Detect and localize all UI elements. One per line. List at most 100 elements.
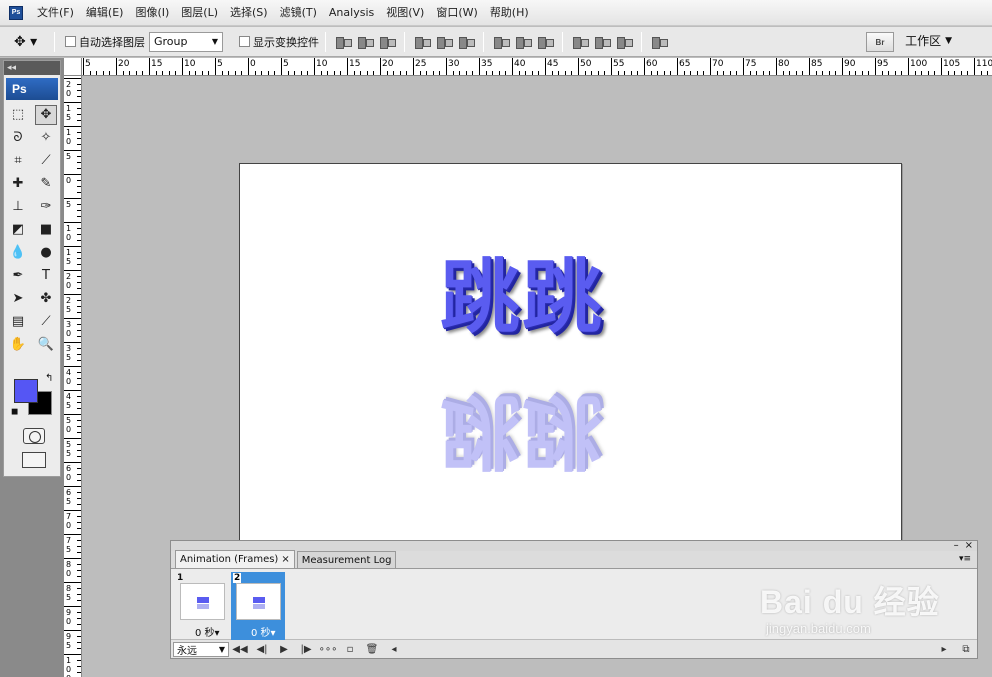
ruler-label: 50 — [580, 59, 592, 69]
tab-measurement-log[interactable]: Measurement Log — [296, 551, 397, 568]
next-frame-icon[interactable]: |▶ — [295, 644, 317, 655]
tab-animation-frames[interactable]: Animation (Frames) × — [175, 550, 295, 568]
frame-delay-dropdown[interactable]: 0 秒▾ — [251, 624, 276, 639]
menu-image[interactable]: 图像(I) — [129, 0, 175, 26]
menu-filter[interactable]: 滤镜(T) — [274, 0, 323, 26]
document-canvas[interactable]: 跳 跳 跳 跳 — [239, 163, 902, 563]
ruler-minor-tick — [221, 71, 223, 75]
align-top-icon[interactable] — [334, 34, 352, 50]
toolbox-collapse-icon[interactable]: ◂◂ — [4, 61, 60, 75]
swap-colors-icon[interactable]: ↰ — [45, 373, 53, 384]
ruler-label: 5 — [283, 59, 289, 69]
tween-icon[interactable]: ∘∘∘ — [317, 644, 339, 655]
frame-number: 1 — [177, 573, 184, 583]
notes-tool-icon[interactable]: ▤ — [7, 312, 29, 332]
crop-tool-icon[interactable]: ⌗ — [7, 151, 29, 171]
ruler-label: 55 — [613, 59, 625, 69]
show-transform-checkbox[interactable]: 显示变换控件 — [239, 34, 319, 50]
quick-mask-icon[interactable] — [23, 428, 45, 444]
first-frame-icon[interactable]: ◀◀ — [229, 644, 251, 655]
delete-frame-icon[interactable]: 🗑 — [361, 644, 383, 655]
separator — [404, 31, 405, 52]
distribute-right-icon[interactable] — [615, 34, 633, 50]
distribute-top-icon[interactable] — [492, 34, 510, 50]
default-colors-icon[interactable]: ◼ — [11, 407, 18, 417]
bridge-button[interactable]: Br — [866, 32, 894, 52]
checkbox-box[interactable] — [65, 36, 76, 47]
magic-wand-tool-icon[interactable]: ✧ — [35, 128, 57, 148]
align-hcenter-icon[interactable] — [435, 34, 453, 50]
marquee-tool-icon[interactable]: ⬚ — [7, 105, 29, 125]
align-vcenter-icon[interactable] — [356, 34, 374, 50]
ruler-tick — [314, 58, 315, 75]
menu-help[interactable]: 帮助(H) — [484, 0, 535, 26]
menu-analysis[interactable]: Analysis — [323, 0, 380, 26]
scroll-left-icon[interactable]: ◂ — [383, 644, 405, 655]
ruler-label: 4 5 — [66, 392, 72, 410]
loop-options-dropdown[interactable]: 永远 ▼ — [173, 641, 229, 657]
gradient-tool-icon[interactable]: ■ — [35, 220, 57, 240]
ruler-tick — [64, 222, 81, 223]
animation-frame-2[interactable]: 2 0 秒▾ — [231, 572, 285, 640]
foreground-color-swatch[interactable] — [14, 379, 38, 403]
eyedropper-tool-icon[interactable]: ⟋ — [35, 312, 57, 332]
path-selection-tool-icon[interactable]: ➤ — [7, 289, 29, 309]
ruler-minor-tick — [77, 228, 81, 229]
eraser-tool-icon[interactable]: ◩ — [7, 220, 29, 240]
workspace-button[interactable]: 工作区 ▼ — [905, 32, 952, 49]
menu-view[interactable]: 视图(V) — [380, 0, 430, 26]
auto-select-dropdown[interactable]: Group ▼ — [149, 31, 223, 52]
ruler-minor-tick — [77, 186, 81, 187]
ruler-tick — [64, 486, 81, 487]
ruler-tick — [215, 58, 216, 75]
duplicate-frame-icon[interactable]: ▫ — [339, 644, 361, 655]
close-icon[interactable]: × — [965, 541, 973, 551]
auto-align-icon[interactable] — [650, 34, 668, 50]
dodge-tool-icon[interactable]: ● — [35, 243, 57, 263]
ruler-minor-tick — [77, 666, 81, 667]
move-tool-icon[interactable]: ✥ — [35, 104, 57, 125]
clone-stamp-tool-icon[interactable]: ⊥ — [7, 197, 29, 217]
move-tool-preset-icon[interactable]: ✥ ▾ — [14, 34, 48, 50]
menu-window[interactable]: 窗口(W) — [430, 0, 483, 26]
type-tool-icon[interactable]: T — [35, 266, 57, 286]
menu-layer[interactable]: 图层(L) — [175, 0, 224, 26]
frame-delay-dropdown[interactable]: 0 秒▾ — [195, 624, 220, 639]
panel-menu-icon[interactable]: ▾≡ — [959, 554, 971, 564]
ruler-label: 35 — [481, 59, 493, 69]
animation-frame-1[interactable]: 1 0 秒▾ — [175, 572, 229, 640]
play-icon[interactable]: ▶ — [273, 644, 295, 655]
align-right-icon[interactable] — [457, 34, 475, 50]
slice-tool-icon[interactable]: ⟋ — [35, 151, 57, 171]
hand-tool-icon[interactable]: ✋ — [7, 335, 29, 355]
ruler-label: 8 5 — [66, 584, 72, 602]
brush-tool-icon[interactable]: ✎ — [35, 174, 57, 194]
healing-brush-tool-icon[interactable]: ✚ — [7, 174, 29, 194]
lasso-tool-icon[interactable]: ᘐ — [7, 128, 29, 148]
checkbox-box[interactable] — [239, 36, 250, 47]
distribute-left-icon[interactable] — [571, 34, 589, 50]
menu-edit[interactable]: 编辑(E) — [80, 0, 130, 26]
pen-tool-icon[interactable]: ✒ — [7, 266, 29, 286]
ruler-origin[interactable] — [64, 58, 82, 76]
ruler-label: 5 0 — [66, 416, 72, 434]
align-bottom-icon[interactable] — [378, 34, 396, 50]
distribute-vcenter-icon[interactable] — [514, 34, 532, 50]
ruler-minor-tick — [769, 71, 771, 75]
menu-select[interactable]: 选择(S) — [224, 0, 274, 26]
custom-shape-tool-icon[interactable]: ✤ — [35, 289, 57, 309]
history-brush-tool-icon[interactable]: ✑ — [35, 197, 57, 217]
zoom-tool-icon[interactable]: 🔍 — [35, 335, 57, 355]
auto-select-checkbox[interactable]: 自动选择图层 — [65, 34, 145, 50]
ruler-tick — [974, 58, 975, 75]
align-left-icon[interactable] — [413, 34, 431, 50]
ruler-label: 25 — [415, 59, 427, 69]
menu-file[interactable]: 文件(F) — [31, 0, 80, 26]
distribute-bottom-icon[interactable] — [536, 34, 554, 50]
close-icon[interactable]: × — [281, 554, 289, 565]
previous-frame-icon[interactable]: ◀| — [251, 644, 273, 655]
screen-mode-icon[interactable] — [22, 452, 46, 468]
distribute-hcenter-icon[interactable] — [593, 34, 611, 50]
minimize-icon[interactable]: – — [954, 541, 959, 551]
blur-tool-icon[interactable]: 💧 — [7, 243, 29, 263]
